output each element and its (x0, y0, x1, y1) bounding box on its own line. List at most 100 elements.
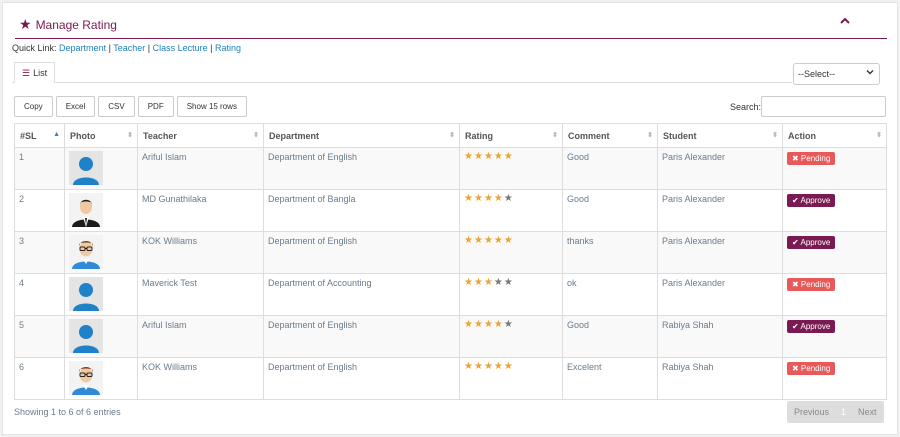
col-header-photo[interactable]: Photo ⬍ (64, 123, 138, 148)
quick-link-department[interactable]: Department (59, 43, 106, 53)
star-icon: ★ (503, 151, 513, 162)
cell-rating: ★ ★ ★ ★ ★ (459, 147, 563, 190)
cell-sl: 6 (14, 357, 65, 400)
col-header-comment[interactable]: Comment ⬍ (562, 123, 658, 148)
pending-button[interactable]: ✖ Pending (787, 362, 836, 375)
star-icon: ★ (464, 235, 473, 246)
col-header-rating[interactable]: Rating ⬍ (459, 123, 563, 148)
panel-header: ★ Manage Rating (15, 11, 887, 39)
pdf-button[interactable]: PDF (137, 96, 174, 117)
star-icon: ★ (503, 361, 513, 372)
cell-photo (64, 231, 138, 274)
export-buttons: Copy Excel CSV PDF Show 15 rows (14, 96, 250, 117)
cell-department: Department of Bangla (263, 189, 460, 232)
cell-rating: ★ ★ ★ ★ ★ (459, 273, 563, 316)
cell-student: Paris Alexander (657, 273, 783, 316)
pending-button[interactable]: ✖ Pending (787, 278, 836, 291)
csv-button[interactable]: CSV (98, 96, 135, 117)
rating-stars: ★ ★ ★ ★ ★ (464, 194, 558, 204)
cell-photo (64, 189, 138, 232)
pending-button[interactable]: ✖ Pending (787, 152, 836, 165)
close-icon: ✖ (792, 364, 799, 373)
cell-comment: Excelent (562, 357, 658, 400)
close-icon: ✖ (792, 154, 799, 163)
check-circle-icon: ✔ (792, 238, 799, 247)
tab-list-label: List (33, 68, 48, 78)
cell-teacher: KOK Williams (137, 231, 264, 274)
filter-select[interactable]: --Select-- (793, 63, 880, 85)
star-icon: ★ (464, 361, 473, 372)
cell-student: Rabiya Shah (657, 357, 783, 400)
cell-student: Paris Alexander (657, 231, 783, 274)
star-icon: ★ (473, 193, 483, 204)
chevron-up-icon[interactable] (839, 15, 851, 29)
sort-icon: ⬍ (876, 132, 882, 139)
quick-links: Quick Link: Department | Teacher | Class… (12, 43, 242, 53)
col-header-action[interactable]: Action ⬍ (782, 123, 887, 148)
next-button[interactable]: Next (851, 401, 884, 423)
cell-rating: ★ ★ ★ ★ ★ (459, 231, 563, 274)
cell-photo (64, 357, 138, 400)
avatar (69, 277, 133, 311)
quick-link-teacher[interactable]: Teacher (113, 43, 145, 53)
filter-select-value: --Select-- (798, 69, 836, 79)
cell-photo (64, 315, 138, 358)
sort-icon: ⬍ (127, 132, 133, 139)
star-icon: ★ (464, 151, 473, 162)
page-title: ★ Manage Rating (19, 16, 117, 33)
table-row: 6 KOK Williams Department of English ★ ★ ★ ★ ★ E… (14, 357, 887, 400)
excel-button[interactable]: Excel (55, 96, 96, 117)
star-icon: ★ (473, 235, 483, 246)
cell-action: ✔ Approve (782, 189, 887, 232)
star-icon: ★ (473, 277, 483, 288)
cell-photo (64, 147, 138, 190)
previous-button[interactable]: Previous (787, 401, 836, 423)
cell-action: ✖ Pending (782, 357, 887, 400)
cell-student: Paris Alexander (657, 147, 783, 190)
col-header-student[interactable]: Student ⬍ (657, 123, 783, 148)
chevron-down-icon (866, 68, 874, 78)
table-row: 4 Maverick Test Department of Accounting ★ ★… (14, 273, 887, 316)
sort-icon: ⬍ (253, 132, 259, 139)
cell-sl: 2 (14, 189, 65, 232)
approve-button[interactable]: ✔ Approve (787, 320, 836, 333)
col-header-sl[interactable]: #SL ▲ (14, 123, 65, 148)
page-1-button[interactable]: 1 (836, 401, 851, 423)
copy-button[interactable]: Copy (14, 96, 53, 117)
quick-link-class-lecture[interactable]: Class Lecture (153, 43, 208, 53)
star-icon: ★ (493, 277, 503, 288)
avatar (69, 235, 133, 269)
rating-stars: ★ ★ ★ ★ ★ (464, 236, 558, 246)
quick-link-rating[interactable]: Rating (215, 43, 241, 53)
search-input[interactable] (761, 96, 886, 117)
cell-sl: 5 (14, 315, 65, 358)
cell-action: ✖ Pending (782, 147, 887, 190)
star-icon: ★ (464, 319, 473, 330)
cell-teacher: MD Gunathilaka (137, 189, 264, 232)
cell-teacher: Ariful Islam (137, 147, 264, 190)
table-row: 5 Ariful Islam Department of English ★ ★ ★ ★ ★ G… (14, 315, 887, 358)
col-header-teacher[interactable]: Teacher ⬍ (137, 123, 264, 148)
star-icon: ★ (483, 235, 493, 246)
table-row: 2 MD Gunathilaka Department of Bangla ★ ★ ★ ★ ★… (14, 189, 887, 232)
approve-button[interactable]: ✔ Approve (787, 236, 836, 249)
approve-button[interactable]: ✔ Approve (787, 194, 836, 207)
rating-stars: ★ ★ ★ ★ ★ (464, 278, 558, 288)
search-label: Search: (730, 102, 762, 112)
cell-sl: 4 (14, 273, 65, 316)
cell-rating: ★ ★ ★ ★ ★ (459, 357, 563, 400)
cell-comment: thanks (562, 231, 658, 274)
cell-teacher: Maverick Test (137, 273, 264, 316)
check-circle-icon: ✔ (792, 196, 799, 205)
col-header-department[interactable]: Department ⬍ (263, 123, 460, 148)
avatar (69, 361, 133, 395)
rating-stars: ★ ★ ★ ★ ★ (464, 152, 558, 162)
cell-department: Department of English (263, 231, 460, 274)
show-rows-button[interactable]: Show 15 rows (176, 96, 247, 117)
sort-asc-icon: ▲ (53, 131, 60, 138)
cell-action: ✔ Approve (782, 231, 887, 274)
star-icon: ★ (503, 277, 513, 288)
star-icon: ★ (493, 151, 503, 162)
tab-list[interactable]: ☰ List (14, 62, 56, 83)
sort-icon: ⬍ (772, 132, 778, 139)
